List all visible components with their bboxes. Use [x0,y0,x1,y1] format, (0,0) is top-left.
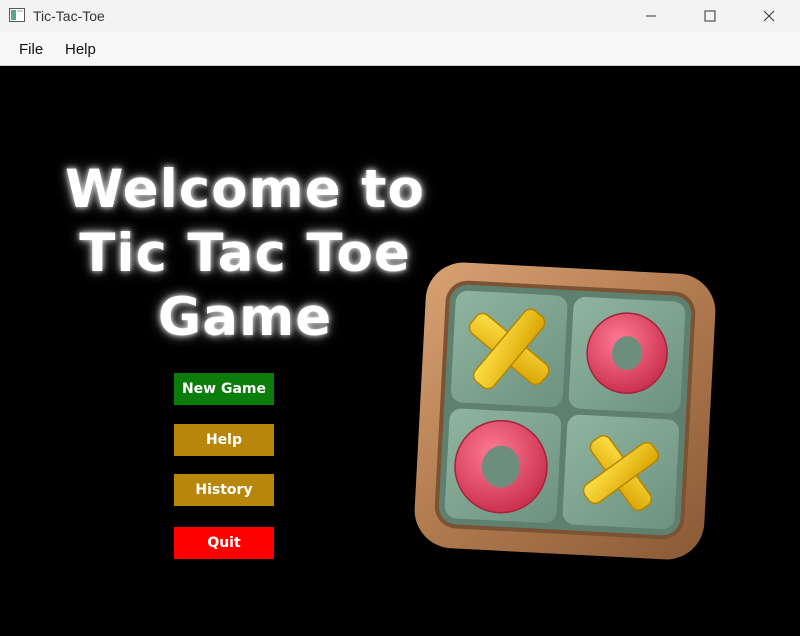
quit-button[interactable]: Quit [174,527,274,559]
welcome-heading-line-2: Tic Tac Toe [79,223,411,284]
maximize-icon [704,10,716,22]
welcome-heading-line-1: Welcome to [65,159,425,220]
new-game-button[interactable]: New Game [174,373,274,405]
window-app-icon [9,8,25,22]
minimize-icon [646,15,656,17]
close-button[interactable] [740,0,798,32]
menu-help[interactable]: Help [65,32,96,65]
maximize-button[interactable] [681,0,739,32]
minimize-button[interactable] [622,0,680,32]
welcome-heading-line-3: Game [157,287,333,348]
menu-bar: File Help [0,32,800,66]
menu-file[interactable]: File [19,32,43,65]
app-window: Tic-Tac-Toe File Help Welcome to Tic Tac… [0,0,800,636]
tic-tac-toe-board-image [414,262,716,560]
history-button[interactable]: History [174,474,274,506]
title-bar[interactable]: Tic-Tac-Toe [0,0,800,32]
welcome-heading: Welcome to Tic Tac Toe Game [30,158,460,350]
window-title: Tic-Tac-Toe [33,8,105,24]
close-icon [763,10,775,22]
main-content: Welcome to Tic Tac Toe Game New Game Hel… [0,66,800,636]
help-button[interactable]: Help [174,424,274,456]
